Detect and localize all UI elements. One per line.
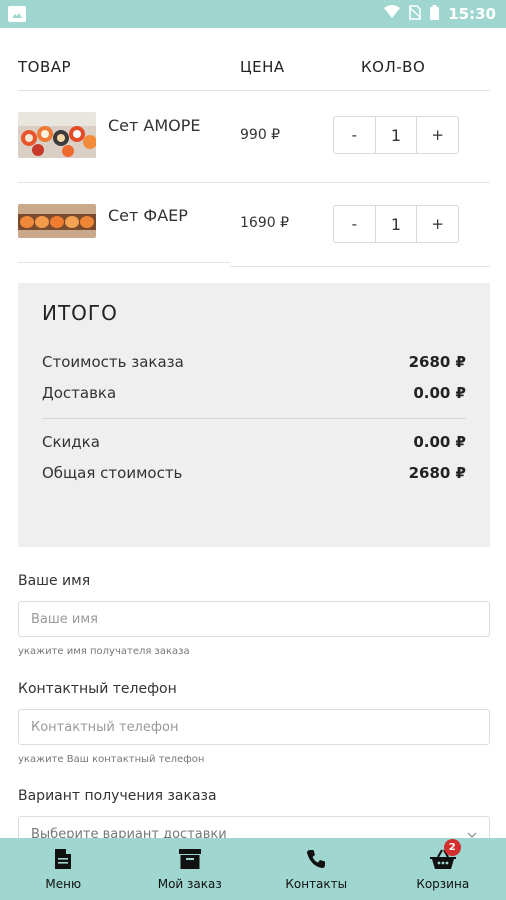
delivery-option-label: Вариант получения заказа [18, 788, 217, 804]
cart-count-badge: 2 [443, 839, 461, 856]
phone-input[interactable] [18, 709, 490, 745]
total-row: Общая стоимость 2680 ₽ [42, 464, 466, 482]
total-label: Общая стоимость [42, 464, 183, 482]
archive-box-icon [178, 847, 201, 871]
divider [18, 182, 490, 183]
header-price: ЦЕНА [240, 58, 285, 76]
phone-label: Контактный телефон [18, 681, 177, 697]
product-price: 990 ₽ [240, 127, 281, 143]
basket-icon: 2 [429, 839, 461, 871]
product-image[interactable] [18, 112, 96, 158]
status-bar: 15:30 [0, 0, 506, 28]
product-image[interactable] [18, 204, 96, 238]
table-row: Сет АМОРЕ 990 ₽ - 1 + [18, 92, 490, 182]
bottom-navigation: Меню Мой заказ Контакты 2 Корзина [0, 838, 506, 900]
name-input[interactable] [18, 601, 490, 637]
discount-row: Скидка 0.00 ₽ [42, 433, 466, 451]
header-qty: КОЛ-ВО [361, 58, 426, 76]
increase-button[interactable]: + [417, 117, 458, 153]
wifi-icon [384, 5, 401, 23]
name-hint: укажите имя получателя заказа [18, 646, 190, 657]
product-name[interactable]: Сет ФАЕР [108, 206, 188, 225]
nav-my-order-label: Мой заказ [157, 877, 222, 891]
cart-table-header: ТОВАР ЦЕНА КОЛ-ВО [18, 58, 490, 78]
nav-my-order[interactable]: Мой заказ [127, 838, 254, 900]
product-price: 1690 ₽ [240, 215, 289, 231]
battery-icon [430, 4, 440, 24]
order-summary: ИТОГО Стоимость заказа 2680 ₽ Доставка 0… [18, 283, 490, 547]
delivery-value: 0.00 ₽ [413, 384, 466, 402]
divider [18, 90, 490, 91]
divider [230, 266, 490, 267]
total-value: 2680 ₽ [408, 464, 466, 482]
decrease-button[interactable]: - [334, 206, 375, 242]
gallery-icon [8, 6, 26, 22]
header-product: ТОВАР [18, 58, 72, 76]
document-icon [54, 847, 72, 871]
summary-title: ИТОГО [42, 301, 118, 325]
quantity-stepper: - 1 + [333, 116, 459, 154]
order-cost-label: Стоимость заказа [42, 353, 184, 371]
discount-label: Скидка [42, 433, 100, 451]
order-cost-value: 2680 ₽ [408, 353, 466, 371]
name-label: Ваше имя [18, 573, 91, 589]
nav-cart-label: Корзина [416, 877, 470, 891]
nav-contacts[interactable]: Контакты [253, 838, 380, 900]
phone-hint: укажите Ваш контактный телефон [18, 754, 205, 765]
summary-divider [42, 418, 466, 419]
divider [18, 262, 230, 263]
delivery-label: Доставка [42, 384, 117, 402]
nav-contacts-label: Контакты [285, 877, 348, 891]
quantity-stepper: - 1 + [333, 205, 459, 243]
order-cost-row: Стоимость заказа 2680 ₽ [42, 353, 466, 371]
nav-menu[interactable]: Меню [0, 838, 127, 900]
nav-cart[interactable]: 2 Корзина [380, 838, 506, 900]
no-sim-icon [408, 4, 422, 24]
clock-time: 15:30 [448, 5, 496, 23]
discount-value: 0.00 ₽ [413, 433, 466, 451]
table-row: Сет ФАЕР 1690 ₽ - 1 + [18, 184, 490, 274]
decrease-button[interactable]: - [334, 117, 375, 153]
product-name[interactable]: Сет АМОРЕ [108, 116, 201, 135]
quantity-value[interactable]: 1 [374, 117, 418, 153]
phone-icon [306, 847, 326, 871]
increase-button[interactable]: + [417, 206, 458, 242]
nav-menu-label: Меню [45, 877, 82, 891]
delivery-row: Доставка 0.00 ₽ [42, 384, 466, 402]
quantity-value[interactable]: 1 [374, 206, 418, 242]
